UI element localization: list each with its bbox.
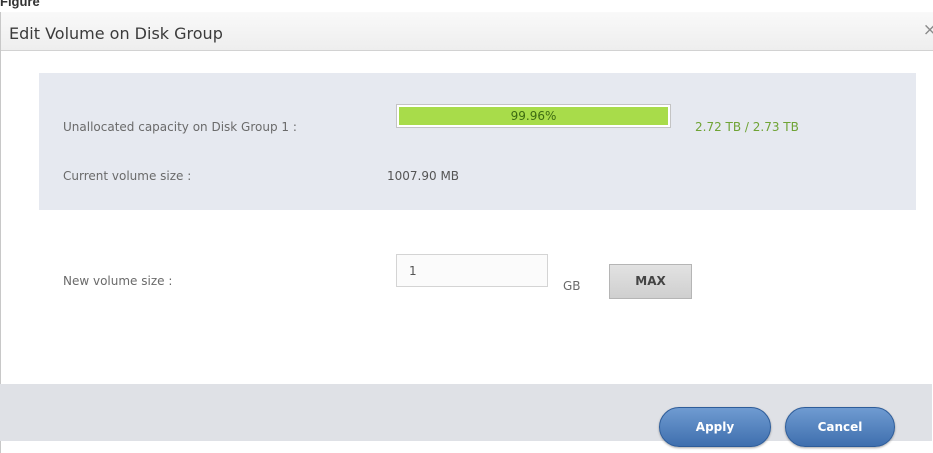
capacity-info-panel	[39, 73, 916, 210]
figure-label: Figure	[0, 0, 40, 9]
capacity-values-text: 2.72 TB / 2.73 TB	[695, 120, 799, 134]
progress-percent-text: 99.96%	[510, 109, 557, 123]
apply-button[interactable]: Apply	[659, 407, 771, 447]
document-caption-strip: Figure	[0, 0, 933, 12]
current-volume-size-value: 1007.90 MB	[387, 169, 460, 183]
max-button[interactable]: MAX	[609, 264, 692, 299]
cancel-button[interactable]: Cancel	[785, 407, 895, 447]
unallocated-capacity-label: Unallocated capacity on Disk Group 1 :	[63, 120, 297, 134]
size-unit-label: GB	[563, 279, 581, 293]
new-volume-size-label: New volume size :	[63, 274, 173, 288]
dialog-titlebar: Edit Volume on Disk Group ×	[1, 12, 933, 51]
capacity-progress-bar: 99.96%	[396, 104, 671, 128]
new-volume-size-input[interactable]	[396, 254, 548, 287]
close-icon[interactable]: ×	[923, 22, 933, 39]
current-volume-size-label: Current volume size :	[63, 169, 192, 183]
dialog-title: Edit Volume on Disk Group	[9, 24, 223, 43]
